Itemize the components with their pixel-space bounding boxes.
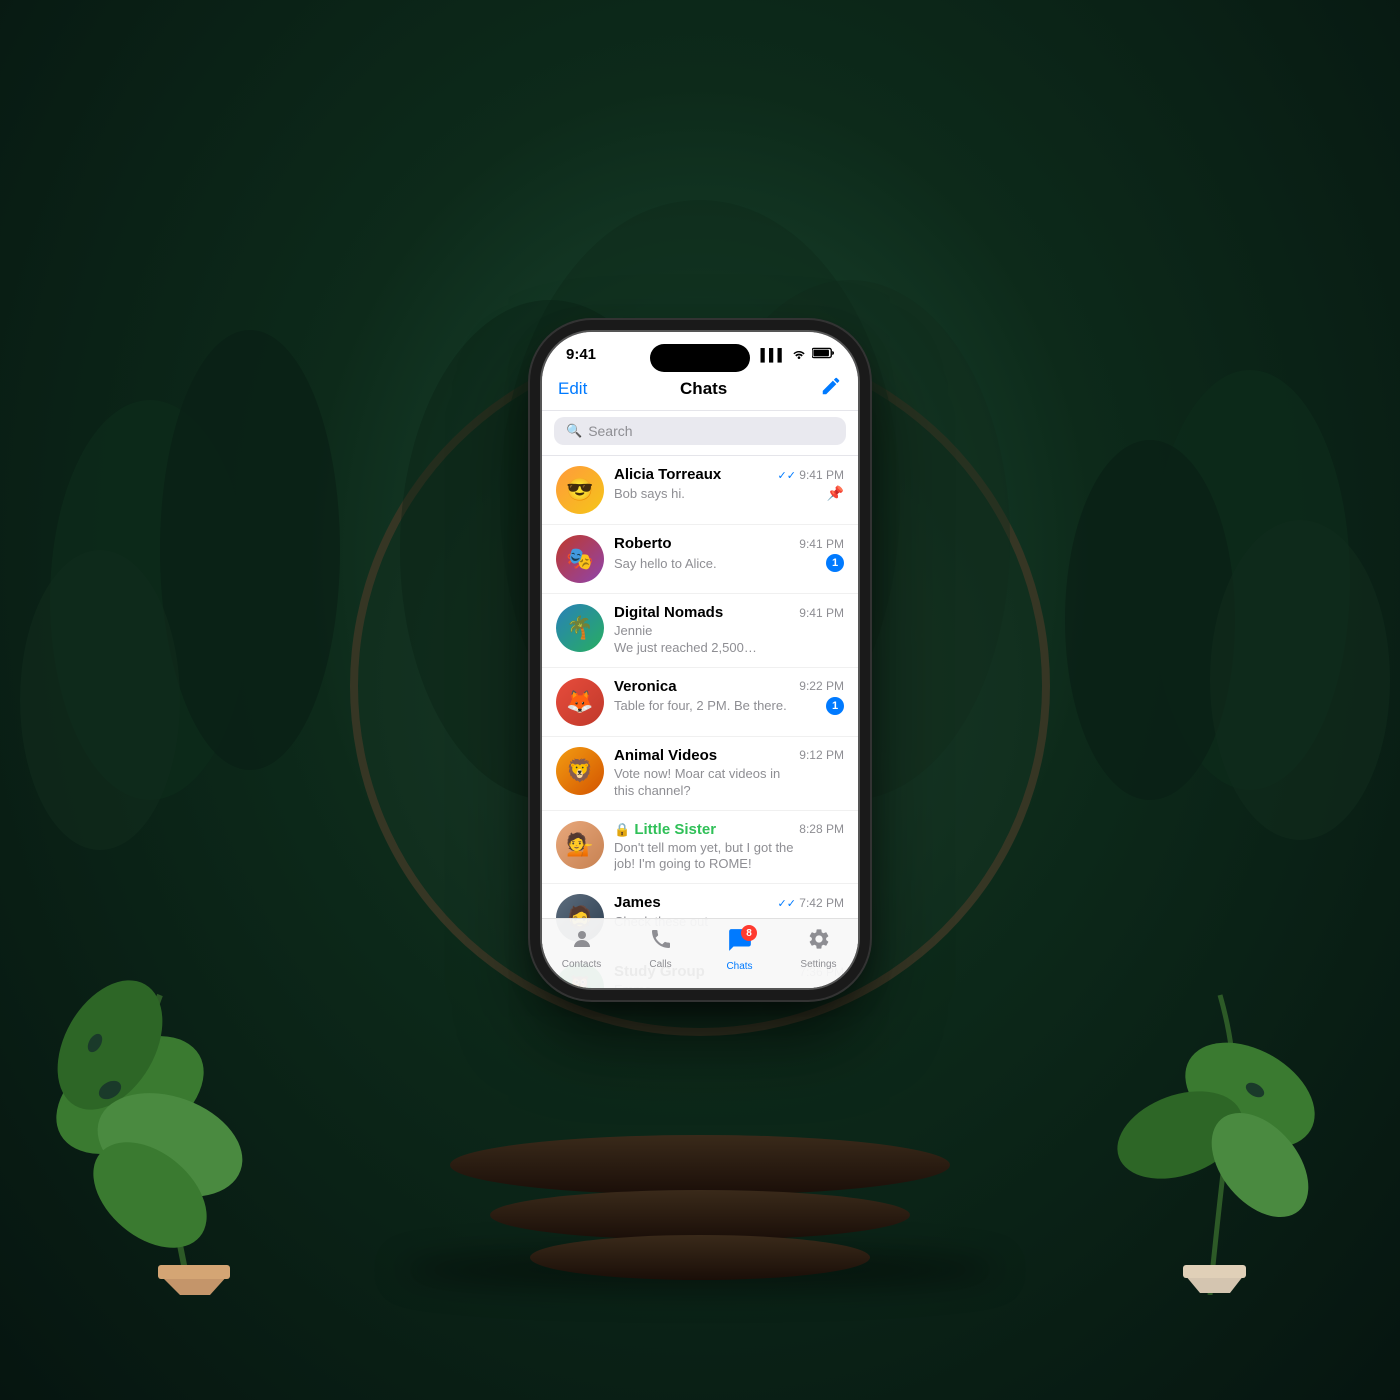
avatar-sister: 💁 bbox=[556, 821, 604, 869]
chat-name-sister: 🔒 Little Sister bbox=[614, 821, 716, 838]
chat-top-sister: 🔒 Little Sister 8:28 PM bbox=[614, 821, 844, 838]
tab-label-contacts: Contacts bbox=[562, 959, 601, 970]
wifi-icon bbox=[791, 347, 807, 362]
podium bbox=[450, 1135, 950, 1280]
search-placeholder: Search bbox=[588, 423, 632, 439]
chat-name-digital: Digital Nomads bbox=[614, 604, 723, 621]
tab-calls[interactable]: Calls bbox=[621, 927, 700, 972]
tab-contacts[interactable]: Contacts bbox=[542, 927, 621, 972]
chat-preview-digital: JennieWe just reached 2,500 members! WOO… bbox=[614, 623, 804, 657]
phone-container: 9:41 ▌▌▌ Edit Chats 🔍 Search bbox=[540, 330, 860, 990]
chat-time-roberto: 9:41 PM bbox=[799, 537, 844, 551]
nav-header: Edit Chats bbox=[542, 371, 858, 411]
calls-icon bbox=[649, 927, 673, 957]
compose-button[interactable] bbox=[820, 375, 842, 402]
chat-time-james: ✓✓ 7:42 PM bbox=[778, 896, 844, 910]
search-icon: 🔍 bbox=[566, 423, 582, 439]
chat-preview-sister: Don't tell mom yet, but I got the job! I… bbox=[614, 840, 804, 874]
battery-icon bbox=[812, 347, 834, 362]
chat-top-alicia: Alicia Torreaux ✓✓ 9:41 PM bbox=[614, 466, 844, 483]
iphone: 9:41 ▌▌▌ Edit Chats 🔍 Search bbox=[540, 330, 860, 990]
badge-veronica: 1 bbox=[826, 697, 844, 715]
chat-content-veronica: Veronica 9:22 PM Table for four, 2 PM. B… bbox=[614, 678, 844, 715]
status-time: 9:41 bbox=[566, 346, 596, 363]
chat-preview-roberto: Say hello to Alice. bbox=[614, 556, 717, 571]
chat-preview-veronica: Table for four, 2 PM. Be there. bbox=[614, 698, 787, 713]
tab-bar: Contacts Calls 8 Chats Settings bbox=[542, 918, 858, 988]
avatar-alicia: 😎 bbox=[556, 466, 604, 514]
signal-icon: ▌▌▌ bbox=[760, 348, 786, 362]
chat-top-roberto: Roberto 9:41 PM bbox=[614, 535, 844, 552]
chats-title: Chats bbox=[680, 379, 727, 399]
badge-roberto: 1 bbox=[826, 554, 844, 572]
podium-tier-3 bbox=[530, 1235, 870, 1280]
chat-item-animal[interactable]: 🦁 Animal Videos 9:12 PM Vote now! Moar c… bbox=[542, 737, 858, 811]
chat-top-digital: Digital Nomads 9:41 PM bbox=[614, 604, 844, 621]
settings-icon bbox=[807, 927, 831, 957]
chat-name-roberto: Roberto bbox=[614, 535, 672, 552]
chat-top-james: James ✓✓ 7:42 PM bbox=[614, 894, 844, 911]
edit-button[interactable]: Edit bbox=[558, 379, 587, 399]
dynamic-island bbox=[650, 344, 750, 372]
chat-preview-animal: Vote now! Moar cat videos in this channe… bbox=[614, 766, 804, 800]
chats-badge: 8 bbox=[741, 925, 757, 941]
chat-content-sister: 🔒 Little Sister 8:28 PM Don't tell mom y… bbox=[614, 821, 844, 874]
chat-item-digital[interactable]: 🌴 Digital Nomads 9:41 PM JennieWe just r… bbox=[542, 594, 858, 668]
chat-time-veronica: 9:22 PM bbox=[799, 679, 844, 693]
search-input[interactable]: 🔍 Search bbox=[554, 417, 846, 445]
chat-content-alicia: Alicia Torreaux ✓✓ 9:41 PM Bob says hi. … bbox=[614, 466, 844, 502]
chat-item-roberto[interactable]: 🎭 Roberto 9:41 PM Say hello to Alice. 1 bbox=[542, 525, 858, 594]
tab-chats[interactable]: 8 Chats bbox=[700, 927, 779, 972]
plant-left bbox=[50, 895, 330, 1300]
chat-time-animal: 9:12 PM bbox=[799, 748, 844, 762]
tab-label-settings: Settings bbox=[800, 959, 836, 970]
chat-item-alicia[interactable]: 😎 Alicia Torreaux ✓✓ 9:41 PM Bob says hi… bbox=[542, 456, 858, 525]
chat-time-sister: 8:28 PM bbox=[799, 822, 844, 836]
chat-name-james: James bbox=[614, 894, 661, 911]
podium-tier-2 bbox=[490, 1190, 910, 1240]
chat-item-veronica[interactable]: 🦊 Veronica 9:22 PM Table for four, 2 PM.… bbox=[542, 668, 858, 737]
contacts-icon bbox=[570, 927, 594, 957]
chat-name-alicia: Alicia Torreaux bbox=[614, 466, 721, 483]
plant-right bbox=[1100, 915, 1320, 1300]
tab-label-calls: Calls bbox=[649, 959, 671, 970]
chat-name-veronica: Veronica bbox=[614, 678, 677, 695]
chat-content-roberto: Roberto 9:41 PM Say hello to Alice. 1 bbox=[614, 535, 844, 572]
search-bar: 🔍 Search bbox=[542, 411, 858, 456]
chat-time-digital: 9:41 PM bbox=[799, 606, 844, 620]
chat-time-alicia: ✓✓ 9:41 PM bbox=[778, 468, 844, 482]
pin-icon-alicia: 📌 bbox=[827, 485, 844, 502]
avatar-digital: 🌴 bbox=[556, 604, 604, 652]
chat-item-sister[interactable]: 💁 🔒 Little Sister 8:28 PM Don't tell mom… bbox=[542, 811, 858, 885]
chat-name-animal: Animal Videos bbox=[614, 747, 717, 764]
chat-content-digital: Digital Nomads 9:41 PM JennieWe just rea… bbox=[614, 604, 844, 657]
chat-list: 😎 Alicia Torreaux ✓✓ 9:41 PM Bob says hi… bbox=[542, 456, 858, 990]
tab-settings[interactable]: Settings bbox=[779, 927, 858, 972]
status-icons: ▌▌▌ bbox=[760, 347, 834, 362]
tab-label-chats: Chats bbox=[726, 961, 752, 972]
podium-tier-1 bbox=[450, 1135, 950, 1195]
avatar-animal: 🦁 bbox=[556, 747, 604, 795]
avatar-roberto: 🎭 bbox=[556, 535, 604, 583]
chat-top-veronica: Veronica 9:22 PM bbox=[614, 678, 844, 695]
chat-preview-alicia: Bob says hi. bbox=[614, 486, 685, 501]
avatar-veronica: 🦊 bbox=[556, 678, 604, 726]
chat-content-animal: Animal Videos 9:12 PM Vote now! Moar cat… bbox=[614, 747, 844, 800]
chat-top-animal: Animal Videos 9:12 PM bbox=[614, 747, 844, 764]
